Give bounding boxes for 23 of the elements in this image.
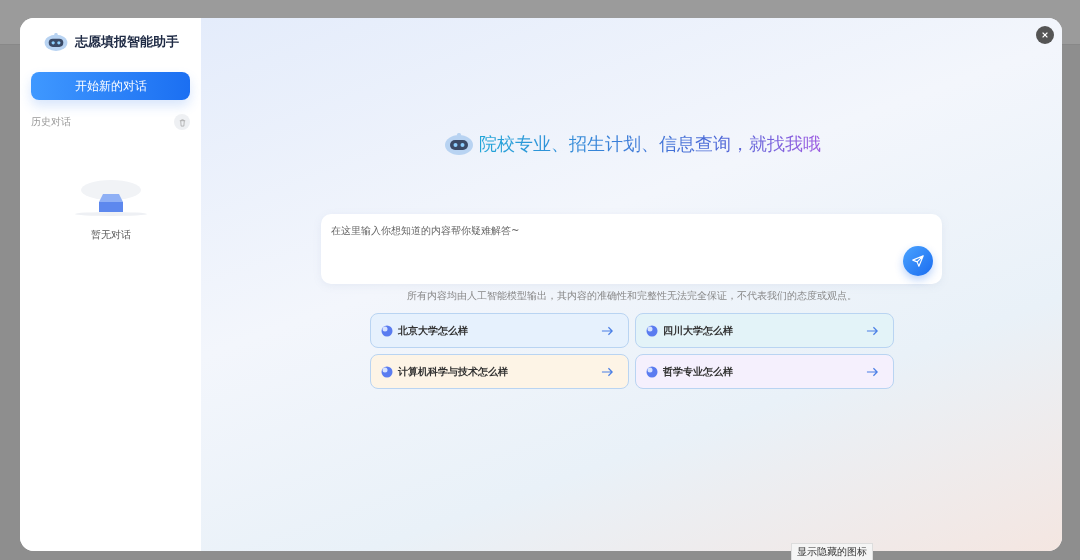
tooltip: 显示隐藏的图标 xyxy=(791,543,873,560)
suggestion-chip[interactable]: 北京大学怎么样 xyxy=(369,313,629,348)
arrow-icon xyxy=(600,325,614,336)
suggestion-chip[interactable]: 哲学专业怎么样 xyxy=(634,354,894,389)
empty-state-text: 暂无对话 xyxy=(90,228,131,242)
robot-icon xyxy=(442,132,475,156)
orb-icon xyxy=(380,324,393,337)
app-title: 志愿填报智能助手 xyxy=(74,33,179,51)
headline: 院校专业、招生计划、信息查询，就找我哦 xyxy=(478,132,821,156)
new-chat-button[interactable]: 开始新的对话 xyxy=(31,72,190,100)
robot-icon xyxy=(42,32,69,52)
orb-icon xyxy=(380,365,393,378)
suggestion-chip[interactable]: 四川大学怎么样 xyxy=(634,313,894,348)
arrow-icon xyxy=(865,366,879,377)
arrow-icon xyxy=(600,366,614,377)
history-label: 历史对话 xyxy=(31,115,71,129)
suggestion-chip[interactable]: 计算机科学与技术怎么样 xyxy=(369,354,629,389)
arrow-icon xyxy=(865,325,879,336)
question-field[interactable]: 在这里输入你想知道的内容帮你疑难解答~ xyxy=(321,214,942,284)
orb-icon xyxy=(645,324,658,337)
disclaimer-text: 所有内容均由人工智能模型输出，其内容的准确性和完整性无法完全保证，不代表我们的态度或观点。 xyxy=(406,289,857,303)
orb-icon xyxy=(645,365,658,378)
close-icon[interactable] xyxy=(1036,26,1054,44)
